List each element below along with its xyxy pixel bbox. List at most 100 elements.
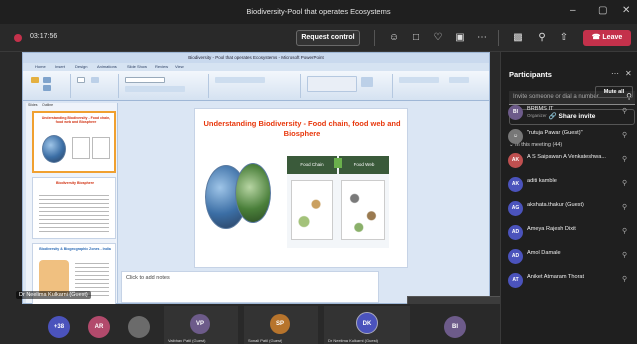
notes-pane[interactable]: Click to add notes [121, 271, 379, 303]
avatar: SP [270, 314, 290, 334]
copy-icon[interactable] [43, 85, 51, 91]
panel-title: Participants [509, 70, 552, 79]
shapes-gallery[interactable] [307, 76, 357, 92]
camera-icon[interactable]: ▩ [510, 30, 526, 46]
food-chain-image [291, 180, 333, 240]
avatar: AT [508, 273, 523, 288]
participant-row[interactable]: ☺ "rutuja Pawar (Guest)" ⚲ [500, 126, 637, 146]
avatar[interactable]: BI [444, 316, 466, 338]
toolbar-divider [374, 30, 375, 46]
share-icon[interactable]: ⇧ [556, 30, 572, 46]
more-participants-badge[interactable]: +38 [48, 316, 70, 338]
thumbnail-title: Biodiversity Biosphere [55, 181, 95, 185]
participant-row[interactable]: AD Ameya Rajesh Dixit ⚲ [500, 222, 637, 242]
slide-thumbnail[interactable]: Biodiversity Biosphere [32, 177, 116, 239]
current-slide: Understanding Biodiversity - Food chain,… [194, 108, 408, 268]
tab-slides[interactable]: Slides [28, 103, 38, 107]
participant-row[interactable]: AD Amol Damale ⚲ [500, 246, 637, 266]
participant-name: Aniket Atmaram Thorat [527, 274, 585, 280]
people-icon[interactable]: ☺ [386, 30, 402, 46]
video-tile[interactable]: DK Dr Neelima Kulkarni (Guest) [324, 306, 410, 344]
mic-muted-icon: ⚲ [622, 252, 628, 259]
mic-muted-icon: ⚲ [622, 108, 628, 115]
avatar-photo[interactable] [128, 316, 150, 338]
avatar: AD [508, 249, 523, 264]
participant-name: aditi kamble [527, 178, 557, 184]
new-slide-icon[interactable] [77, 77, 85, 83]
tab-review[interactable]: Review [155, 64, 168, 69]
participant-name: Amol Damale [527, 250, 561, 256]
avatar[interactable]: AR [88, 316, 110, 338]
video-tile[interactable]: VP Vaibhav Patil (Guest) [164, 306, 238, 344]
paragraph-group [211, 74, 301, 98]
recording-indicator-icon [14, 34, 22, 42]
tab-design[interactable]: Design [75, 64, 87, 69]
participant-row[interactable]: AG akshata.thakur (Guest) ⚲ [500, 198, 637, 218]
avatar: AK [508, 153, 523, 168]
participant-row[interactable]: AK A S Saipawan A Venkateshwa... ⚲ [500, 150, 637, 170]
mic-muted-icon: ⚲ [622, 132, 628, 139]
participant-name: A S Saipawan A Venkateshwa... [527, 154, 606, 160]
editing-group [395, 74, 485, 98]
tile-name: Sonali Patil (Guest) [248, 338, 283, 343]
avatar: AK [508, 177, 523, 192]
find-replace-icons[interactable] [449, 77, 469, 83]
slides-pane: Slides Outline Understanding Biodiversit… [26, 103, 118, 305]
leave-button[interactable]: ☎ Leave [583, 30, 631, 46]
paste-icon[interactable] [31, 77, 39, 83]
more-icon[interactable]: ⋯ [474, 30, 490, 46]
avatar: VP [190, 314, 210, 334]
cut-icon[interactable] [43, 77, 51, 83]
restore-icon[interactable]: ▢ [598, 5, 607, 16]
earth-globe-image [42, 135, 66, 163]
mic-icon[interactable]: ⚲ [534, 30, 550, 46]
participant-row[interactable]: AK aditi kamble ⚲ [500, 174, 637, 194]
more-options-icon[interactable]: ⋯ [611, 69, 619, 78]
meeting-toolbar: 03:17:56 Request control ☺ □ ♡ ▣ ⋯ ▩ ⚲ ⇧… [0, 24, 637, 52]
avatar: AG [508, 201, 523, 216]
bullet-text [39, 192, 109, 232]
tab-view[interactable]: View [175, 64, 184, 69]
tab-animations[interactable]: Animations [97, 64, 117, 69]
mic-muted-icon: ⚲ [622, 276, 628, 283]
leave-label: Leave [602, 34, 623, 41]
tab-home[interactable]: Home [35, 64, 46, 69]
drawing-group [303, 74, 393, 98]
close-icon[interactable]: ✕ [622, 5, 630, 16]
tab-slide-show[interactable]: Slide Show [127, 64, 147, 69]
participant-row[interactable]: AT Aniket Atmaram Thorat ⚲ [500, 270, 637, 290]
rooms-icon[interactable]: ▣ [452, 30, 468, 46]
avatar: DK [356, 312, 378, 334]
reactions-icon[interactable]: ♡ [430, 30, 446, 46]
participant-role: Organizer [527, 113, 547, 118]
tab-insert[interactable]: Insert [55, 64, 65, 69]
mute-all-button[interactable]: Mute all [595, 86, 633, 98]
video-tile[interactable]: SP Sonali Patil (Guest) [244, 306, 318, 344]
slide-thumbnail[interactable]: Understanding Biodiversity - Food chain,… [32, 111, 116, 173]
shape-fill-icons[interactable] [399, 77, 439, 83]
font-format-icons[interactable] [125, 86, 185, 92]
participant-name: "rutuja Pawar (Guest)" [527, 130, 583, 136]
notes-placeholder: Click to add notes [126, 275, 170, 281]
meeting-timer: 03:17:56 [30, 33, 58, 40]
food-chain-web-panel: Food Chain Food Web [287, 156, 389, 248]
slides-group [73, 74, 119, 98]
font-name-field[interactable] [125, 77, 165, 83]
arrange-icon[interactable] [361, 77, 373, 87]
shared-screen: Biodiversity - Pool that operates Ecosys… [22, 52, 503, 344]
minimize-icon[interactable]: – [570, 5, 576, 16]
window-title: Biodiversity-Pool that operates Ecosyste… [246, 7, 391, 16]
mic-muted-icon: ⚲ [622, 204, 628, 211]
request-control-button[interactable]: Request control [296, 30, 360, 46]
participant-row[interactable]: BI BRBMS IT Organizer ⚲ [500, 102, 637, 122]
thumbnail-title: Understanding Biodiversity - Food chain,… [41, 116, 111, 125]
paragraph-icons[interactable] [215, 77, 265, 83]
avatar: BI [508, 105, 523, 120]
ribbon [23, 71, 489, 101]
close-panel-icon[interactable]: ✕ [625, 69, 632, 78]
avatar: AD [508, 225, 523, 240]
tab-outline[interactable]: Outline [42, 103, 53, 107]
layout-icon[interactable] [91, 77, 99, 83]
chat-icon[interactable]: □ [408, 30, 424, 46]
pane-tabs: Slides Outline [26, 103, 118, 109]
